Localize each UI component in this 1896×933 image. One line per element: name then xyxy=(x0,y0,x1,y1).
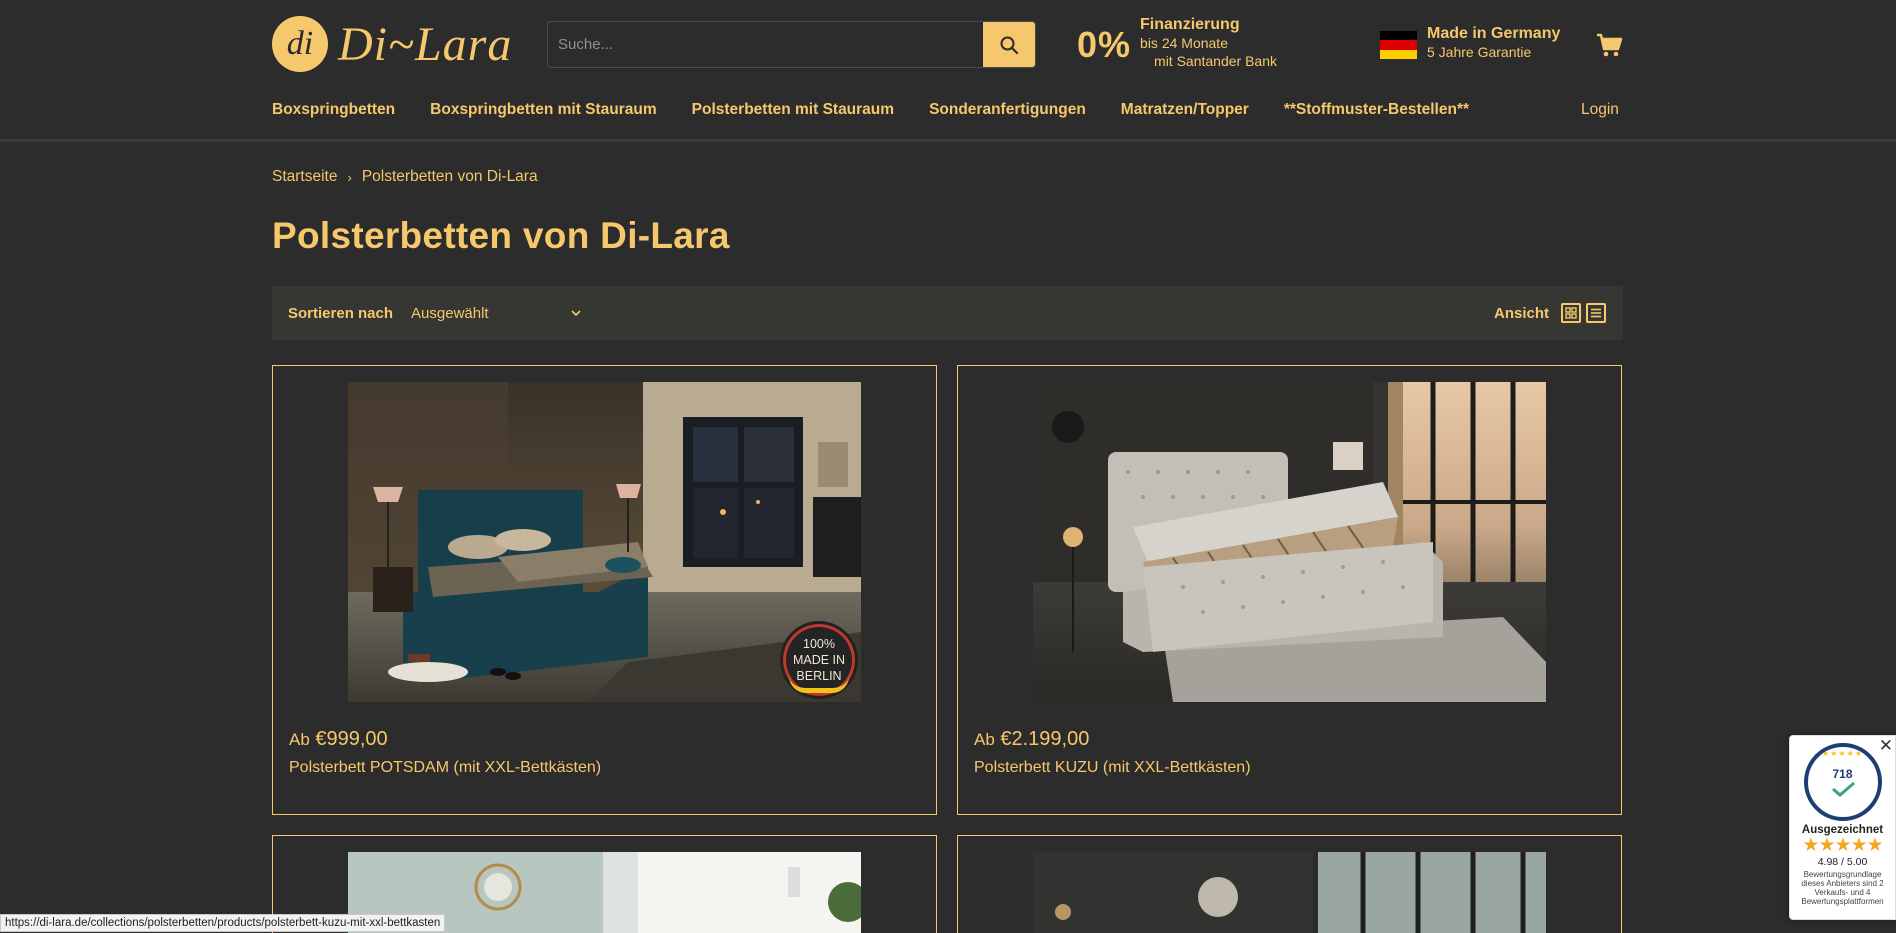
search-box xyxy=(547,21,1036,68)
nav-item-stoffmuster[interactable]: **Stoffmuster-Bestellen** xyxy=(1284,101,1469,119)
grid-view-button[interactable] xyxy=(1561,303,1581,323)
breadcrumb: Startseite › Polsterbetten von Di-Lara xyxy=(272,168,538,186)
site-header: di Di~Lara 0% Finanzierung bis 24 Monate… xyxy=(0,0,1896,142)
germany-title: Made in Germany xyxy=(1427,25,1561,42)
product-name[interactable]: Polsterbett KUZU (mit XXL-Bettkästen) xyxy=(974,759,1251,777)
login-link[interactable]: Login xyxy=(1581,101,1619,119)
trust-badge-widget[interactable]: ✕ ★★★★★ 718 Ausgezeichnet ★★★★★ 4.98 / 5… xyxy=(1789,735,1896,920)
search-input[interactable] xyxy=(548,22,983,67)
product-price: Ab €999,00 xyxy=(289,728,388,751)
financing-info: 0% Finanzierung bis 24 Monate mit Santan… xyxy=(1077,16,1277,70)
page-title: Polsterbetten von Di-Lara xyxy=(272,215,730,256)
status-bar-url: https://di-lara.de/collections/polsterbe… xyxy=(0,914,446,932)
product-image[interactable]: 100% MADE IN BERLIN xyxy=(348,382,861,702)
price-value: €2.199,00 xyxy=(1000,728,1090,750)
made-in-berlin-badge: 100% MADE IN BERLIN xyxy=(780,621,858,699)
bedroom-image xyxy=(1033,382,1546,702)
breadcrumb-current: Polsterbetten von Di-Lara xyxy=(361,168,538,185)
breadcrumb-home[interactable]: Startseite xyxy=(272,168,337,186)
sort-value: Ausgewählt xyxy=(411,304,489,322)
badge-line2: MADE IN xyxy=(792,653,846,667)
logo-text: Di~Lara xyxy=(338,17,513,71)
trust-review-count: 718 xyxy=(1832,767,1853,781)
financing-percent: 0% xyxy=(1077,24,1132,65)
list-view-button[interactable] xyxy=(1586,303,1606,323)
product-card[interactable] xyxy=(957,835,1622,933)
cart-icon xyxy=(1597,33,1623,57)
checkmark-icon xyxy=(1831,781,1855,797)
cart-button[interactable] xyxy=(1596,32,1623,58)
badge-line1: 100% xyxy=(803,637,835,651)
product-price: Ab €2.199,00 xyxy=(974,728,1089,751)
financing-text: Finanzierung bis 24 Monate mit Santander… xyxy=(1140,16,1277,70)
nav-item-sonderanfertigungen[interactable]: Sonderanfertigungen xyxy=(929,101,1086,119)
price-prefix: Ab xyxy=(974,730,995,749)
nav-item-matratzen-topper[interactable]: Matratzen/Topper xyxy=(1121,101,1249,119)
product-card[interactable]: 100% MADE IN BERLIN Ab €999,00 Polsterbett… xyxy=(272,365,937,815)
search-icon xyxy=(1000,36,1019,54)
germany-text: Made in Germany 5 Jahre Garantie xyxy=(1427,25,1560,61)
german-flag-icon xyxy=(1380,31,1417,59)
price-value: €999,00 xyxy=(315,728,388,750)
financing-title: Finanzierung xyxy=(1140,16,1240,33)
grid-icon xyxy=(1565,307,1577,319)
nav-item-polsterbetten-stauraum[interactable]: Polsterbetten mit Stauraum xyxy=(692,101,894,119)
financing-line1: bis 24 Monate xyxy=(1140,35,1228,51)
made-in-germany: Made in Germany 5 Jahre Garantie xyxy=(1380,25,1560,61)
germany-subtitle: 5 Jahre Garantie xyxy=(1427,44,1532,60)
badge-line3: BERLIN xyxy=(796,669,842,683)
nav-item-boxspringbetten[interactable]: Boxspringbetten xyxy=(272,101,395,119)
collection-toolbar: Sortieren nach Ausgewählt Ansicht xyxy=(272,286,1623,340)
list-icon xyxy=(1591,308,1601,318)
breadcrumb-separator: › xyxy=(347,169,352,185)
trust-stars: ★★★★★ xyxy=(1802,835,1883,856)
product-name[interactable]: Polsterbett POTSDAM (mit XXL-Bettkästen) xyxy=(289,759,601,777)
trust-score: 4.98 / 5.00 xyxy=(1817,856,1868,868)
main-nav: Boxspringbetten Boxspringbetten mit Stau… xyxy=(272,101,1504,119)
sort-select[interactable]: Ausgewählt xyxy=(411,305,581,322)
product-image[interactable] xyxy=(1033,852,1546,933)
view-label: Ansicht xyxy=(1494,304,1550,322)
logo[interactable]: di Di~Lara xyxy=(272,16,512,72)
chevron-down-icon xyxy=(571,309,581,316)
trusted-shops-seal-icon: ★★★★★ 718 xyxy=(1803,743,1882,821)
close-icon[interactable]: ✕ xyxy=(1879,737,1893,754)
financing-line2: mit Santander Bank xyxy=(1154,53,1277,69)
product-card[interactable]: Ab €2.199,00 Polsterbett KUZU (mit XXL-B… xyxy=(957,365,1622,815)
product-image[interactable] xyxy=(1033,382,1546,702)
bedroom-image xyxy=(1033,852,1546,933)
nav-item-boxspringbetten-stauraum[interactable]: Boxspringbetten mit Stauraum xyxy=(430,101,657,119)
logo-mark: di xyxy=(272,16,328,72)
sort-label: Sortieren nach xyxy=(288,304,394,322)
trust-description: Bewertungsgrundlage dieses Anbieters sin… xyxy=(1801,870,1884,906)
price-prefix: Ab xyxy=(289,730,310,749)
search-button[interactable] xyxy=(983,22,1035,67)
